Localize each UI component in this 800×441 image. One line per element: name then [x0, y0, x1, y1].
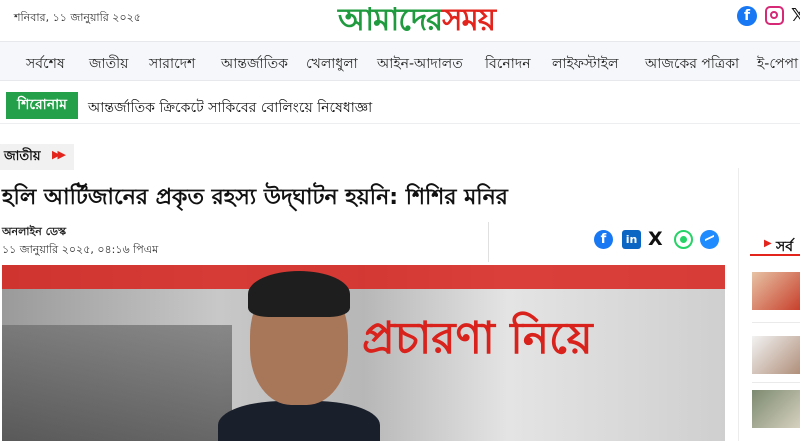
main-nav: সর্বশেষ জাতীয় সারাদেশ আন্তর্জাতিক খেলাধ… — [0, 41, 800, 81]
portrait-suit — [218, 401, 380, 441]
facebook-icon[interactable]: f — [737, 6, 757, 26]
instagram-icon[interactable] — [765, 6, 784, 25]
category-badge[interactable]: জাতীয় ▶▶ — [0, 144, 74, 170]
nav-item-national[interactable]: জাতীয় — [89, 52, 128, 76]
share-linkedin-icon[interactable]: in — [622, 230, 641, 249]
article-headline: হলি আর্টিজানের প্রকৃত রহস্য উদ্‌ঘাটন হয়… — [2, 185, 508, 210]
logo-part-green: আমাদের — [338, 2, 443, 38]
nav-item-country[interactable]: সারাদেশ — [149, 52, 195, 76]
share-x-icon[interactable]: X — [648, 230, 667, 249]
sidebar-thumbnail[interactable] — [752, 336, 800, 374]
hero-crowd — [2, 325, 232, 441]
top-bar: শনিবার, ১১ জানুয়ারি ২০২৫ আমাদেরসময় f 𝕏 — [0, 0, 800, 40]
nav-item-epaper[interactable]: ই-পেপা — [757, 52, 798, 76]
ticker-headline-link[interactable]: আন্তর্জাতিক ক্রিকেটে সাকিবের বোলিংয়ে নি… — [88, 96, 372, 120]
x-icon[interactable]: 𝕏 — [791, 5, 800, 26]
publish-date: ১১ জানুয়ারি ২০২৫, ০৪:১৬ পিএম — [2, 243, 159, 256]
share-whatsapp-icon[interactable] — [674, 230, 693, 249]
logo-part-red: সময় — [442, 2, 496, 38]
nav-item-sports[interactable]: খেলাধুলা — [306, 52, 358, 76]
nav-item-latest[interactable]: সর্বশেষ — [26, 52, 65, 76]
sidebar-thumbnail[interactable] — [752, 390, 800, 428]
nav-item-todays-paper[interactable]: আজকের পত্রিকা — [645, 52, 739, 76]
double-chevron-right-icon: ▶▶ — [52, 148, 66, 161]
author-name: অনলাইন ডেস্ক — [2, 225, 67, 238]
nav-item-international[interactable]: আন্তর্জাতিক — [221, 52, 288, 76]
sidebar-separator — [752, 382, 800, 383]
hero-red-band — [2, 265, 725, 289]
nav-item-law-court[interactable]: আইন-আদালত — [377, 52, 463, 76]
ticker-label: শিরোনাম — [6, 92, 78, 119]
sidebar-heading-label: সর্ব — [776, 239, 794, 255]
hero-banner-text: প্রচারণা নিয়ে — [362, 313, 593, 364]
share-facebook-icon[interactable]: f — [594, 230, 613, 249]
hero-portrait — [218, 271, 380, 441]
sidebar-latest: ▶ সর্ব — [738, 168, 800, 441]
sidebar-heading: ▶ সর্ব — [750, 234, 800, 256]
category-label: জাতীয় — [4, 149, 41, 164]
headline-ticker: শিরোনাম আন্তর্জাতিক ক্রিকেটে সাকিবের বোল… — [0, 88, 800, 124]
nav-item-lifestyle[interactable]: লাইফস্টাইল — [552, 52, 619, 76]
caret-right-icon: ▶ — [764, 238, 772, 249]
current-date: শনিবার, ১১ জানুয়ারি ২০২৫ — [14, 11, 141, 24]
sidebar-thumbnail[interactable] — [752, 272, 800, 310]
sidebar-border — [738, 168, 739, 441]
share-messenger-icon[interactable] — [700, 230, 719, 249]
divider — [488, 222, 489, 262]
sidebar-separator — [752, 322, 800, 323]
nav-item-entertainment[interactable]: বিনোদন — [485, 52, 531, 76]
portrait-hair — [248, 271, 350, 317]
article-hero-image: প্রচারণা নিয়ে — [2, 265, 725, 441]
